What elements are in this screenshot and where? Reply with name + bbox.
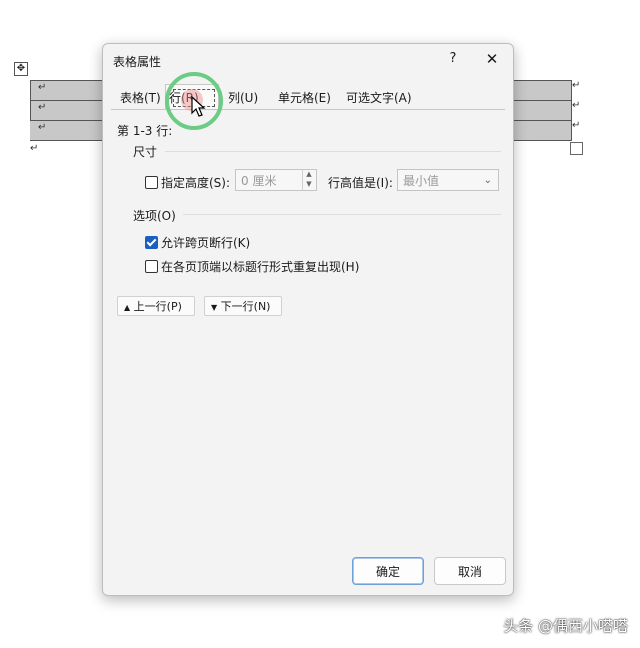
allow-row-break-label: 允许跨页断行(K) (161, 236, 251, 250)
tab-table[interactable]: 表格(T) (117, 88, 164, 108)
tab-alt-text[interactable]: 可选文字(A) (343, 88, 415, 108)
rows-range-label: 第 1-3 行: (117, 124, 173, 138)
specify-height-label: 指定高度(S): (161, 176, 231, 190)
down-triangle-icon: ▼ (211, 303, 218, 312)
cell-mark: ↵ (38, 102, 47, 113)
paragraph-mark: ↵ (30, 143, 39, 154)
table-resize-handle[interactable] (570, 142, 583, 155)
pointer-cursor-icon (191, 96, 206, 117)
cell-mark: ↵ (38, 82, 47, 93)
options-section-heading: 选项(O) (133, 209, 176, 223)
size-section-heading: 尺寸 (133, 145, 158, 159)
repeat-header-checkbox[interactable] (145, 260, 158, 273)
section-divider (183, 214, 501, 215)
next-row-button[interactable]: ▼ 下一行(N) (204, 296, 282, 316)
allow-row-break-checkbox[interactable] (145, 236, 158, 249)
chevron-down-icon: ⌄ (483, 175, 492, 186)
close-button[interactable]: ✕ (481, 48, 503, 70)
row-height-is-label: 行高值是(I): (328, 176, 393, 190)
row-end-mark: ↵ (572, 120, 581, 131)
watermark: 头条 @偶西小嗒嗒 (503, 617, 628, 635)
table-border (30, 80, 31, 120)
dialog-title: 表格属性 (113, 55, 162, 69)
table-properties-dialog: 表格属性 ? ✕ 表格(T) 行(R) 列(U) 单元格(E) 可选文字(A) … (102, 43, 514, 596)
row-end-mark: ↵ (572, 80, 581, 91)
previous-row-button[interactable]: ▲ 上一行(P) (117, 296, 195, 316)
tab-column[interactable]: 列(U) (225, 88, 261, 108)
tab-cell[interactable]: 单元格(E) (275, 88, 334, 108)
height-spinner[interactable]: ▲ ▼ (302, 169, 315, 191)
up-triangle-icon: ▲ (124, 303, 131, 312)
section-divider (165, 151, 501, 152)
cancel-button[interactable]: 取消 (434, 557, 506, 585)
row-height-is-select[interactable]: 最小值 ⌄ (397, 169, 499, 191)
row-height-is-value: 最小值 (403, 174, 440, 188)
ok-button[interactable]: 确定 (352, 557, 424, 585)
previous-row-label: 上一行(P) (133, 300, 182, 313)
help-button[interactable]: ? (443, 48, 463, 70)
next-row-label: 下一行(N) (220, 300, 271, 313)
repeat-header-label: 在各页顶端以标题行形式重复出现(H) (161, 260, 360, 274)
move-handle-icon[interactable]: ✥ (14, 62, 28, 76)
row-end-mark: ↵ (572, 100, 581, 111)
cell-mark: ↵ (38, 122, 47, 133)
specify-height-checkbox[interactable] (145, 176, 158, 189)
